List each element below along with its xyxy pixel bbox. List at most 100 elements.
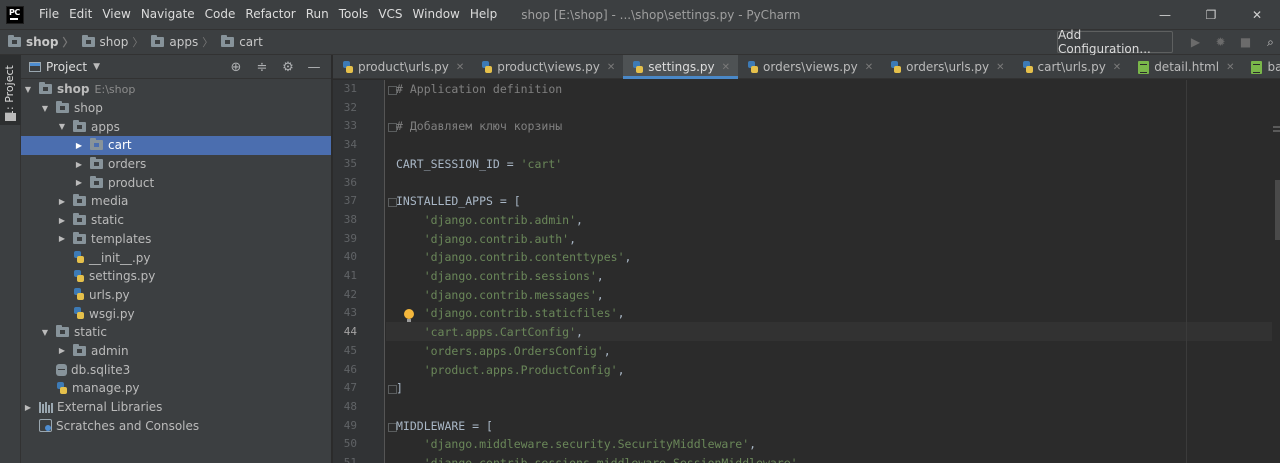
menu-view[interactable]: View <box>97 0 135 29</box>
editor-tab[interactable]: product\urls.py ✕ <box>333 55 472 79</box>
breadcrumb-item[interactable]: shop 〉 <box>81 34 143 50</box>
tree-item[interactable]: Scratches and Consoles <box>21 416 331 435</box>
tree-item[interactable]: ▶ orders <box>21 155 331 174</box>
debug-icon[interactable]: ✹ <box>1208 35 1233 49</box>
search-icon[interactable]: ⌕ <box>1258 35 1280 50</box>
collapsed-arrow-icon[interactable]: ▶ <box>57 197 67 206</box>
run-icon[interactable]: ▶ <box>1183 35 1208 49</box>
expanded-arrow-icon[interactable]: ▼ <box>23 85 33 94</box>
string-literal: 'cart.apps.CartConfig' <box>423 325 577 340</box>
tree-item[interactable]: urls.py <box>21 286 331 305</box>
tree-item[interactable]: ▶ External Libraries <box>21 398 331 417</box>
menu-help[interactable]: Help <box>465 0 502 29</box>
code-line[interactable]: CART_SESSION_ID = 'cart' <box>396 157 562 171</box>
collapsed-arrow-icon[interactable]: ▶ <box>74 160 84 169</box>
code-line[interactable]: 'django.contrib.sessions.middleware.Sess… <box>396 456 805 463</box>
error-stripe-mark[interactable] <box>1273 126 1280 128</box>
code-line[interactable]: 'django.contrib.messages', <box>396 288 604 302</box>
code-editor[interactable]: # Application definition # Добавляем ключ… <box>386 80 1274 463</box>
editor-tab[interactable]: product\views.py ✕ <box>472 55 623 79</box>
tree-item[interactable]: settings.py <box>21 267 331 286</box>
menu-tools[interactable]: Tools <box>334 0 374 29</box>
code-line[interactable]: # Application definition <box>396 82 562 96</box>
code-line[interactable]: 'cart.apps.CartConfig', <box>396 325 583 339</box>
gear-icon[interactable]: ⚙ <box>275 60 301 75</box>
editor-tab[interactable]: orders\urls.py ✕ <box>881 55 1012 79</box>
project-view-selector[interactable]: Project <box>46 60 87 74</box>
code-line[interactable]: 'django.contrib.sessions', <box>396 269 604 283</box>
code-line[interactable]: INSTALLED_APPS = [ <box>396 194 521 208</box>
menu-code[interactable]: Code <box>200 0 241 29</box>
minimize-button[interactable]: — <box>1142 0 1188 29</box>
code-line[interactable]: 'django.middleware.security.SecurityMidd… <box>396 437 756 451</box>
close-icon[interactable]: ✕ <box>1113 62 1121 73</box>
menu-navigate[interactable]: Navigate <box>136 0 200 29</box>
breadcrumb-item[interactable]: shop 〉 <box>8 34 74 50</box>
maximize-button[interactable]: ❐ <box>1188 0 1234 29</box>
tree-item[interactable]: ▶ media <box>21 192 331 211</box>
collapsed-arrow-icon[interactable]: ▶ <box>74 141 84 150</box>
code-line[interactable]: # Добавляем ключ корзины <box>396 119 562 133</box>
close-icon[interactable]: ✕ <box>996 62 1004 73</box>
menu-file[interactable]: File <box>34 0 64 29</box>
code-line[interactable]: 'django.contrib.contenttypes', <box>396 250 632 264</box>
error-stripe-mark[interactable] <box>1273 130 1280 132</box>
expanded-arrow-icon[interactable]: ▼ <box>57 122 67 131</box>
code-line[interactable]: ] <box>396 381 403 395</box>
breadcrumb-item[interactable]: cart <box>221 35 263 49</box>
scrollbar-thumb[interactable] <box>1275 180 1280 240</box>
tree-item[interactable]: manage.py <box>21 379 331 398</box>
tree-item[interactable]: wsgi.py <box>21 304 331 323</box>
tree-item[interactable]: __init__.py <box>21 248 331 267</box>
editor-tab[interactable]: cart\urls.py ✕ <box>1013 55 1130 79</box>
expanded-arrow-icon[interactable]: ▼ <box>40 328 50 337</box>
collapsed-arrow-icon[interactable]: ▶ <box>57 346 67 355</box>
tree-item[interactable]: ▶ cart <box>21 136 331 155</box>
close-icon[interactable]: ✕ <box>456 62 464 73</box>
collapsed-arrow-icon[interactable]: ▶ <box>57 234 67 243</box>
close-window-button[interactable]: ✕ <box>1234 0 1280 29</box>
code-line[interactable]: MIDDLEWARE = [ <box>396 419 493 433</box>
chevron-down-icon[interactable]: ▼ <box>93 62 100 72</box>
tree-item[interactable]: ▼ shop <box>21 99 331 118</box>
collapsed-arrow-icon[interactable]: ▶ <box>57 216 67 225</box>
code-line[interactable]: 'orders.apps.OrdersConfig', <box>396 344 611 358</box>
add-configuration-button[interactable]: Add Configuration... <box>1057 28 1173 56</box>
code-line[interactable]: 'django.contrib.staticfiles', <box>396 306 625 320</box>
menu-refactor[interactable]: Refactor <box>240 0 300 29</box>
menu-vcs[interactable]: VCS <box>373 0 407 29</box>
close-icon[interactable]: ✕ <box>722 62 730 73</box>
tree-item[interactable]: ▶ static <box>21 211 331 230</box>
editor-tab[interactable]: detail.html ✕ <box>1129 55 1242 79</box>
expanded-arrow-icon[interactable]: ▼ <box>40 104 50 113</box>
collapsed-arrow-icon[interactable]: ▶ <box>23 403 33 412</box>
close-icon[interactable]: ✕ <box>1226 62 1234 73</box>
code-line[interactable]: 'django.contrib.auth', <box>396 232 576 246</box>
tree-item[interactable]: ▶ admin <box>21 342 331 361</box>
close-icon[interactable]: ✕ <box>865 62 873 73</box>
menu-edit[interactable]: Edit <box>64 0 97 29</box>
collapse-all-icon[interactable]: ≑ <box>249 60 275 75</box>
editor-tab[interactable]: orders\views.py ✕ <box>738 55 881 79</box>
collapsed-arrow-icon[interactable]: ▶ <box>74 178 84 187</box>
tree-item-path: E:\shop <box>94 82 136 96</box>
menu-run[interactable]: Run <box>301 0 334 29</box>
close-icon[interactable]: ✕ <box>607 62 615 73</box>
locate-file-icon[interactable]: ⊕ <box>223 60 249 75</box>
breadcrumb-item[interactable]: apps 〉 <box>151 34 213 50</box>
stop-icon[interactable]: ■ <box>1233 35 1258 49</box>
code-line[interactable]: 'django.contrib.admin', <box>396 213 583 227</box>
tree-item[interactable]: db.sqlite3 <box>21 360 331 379</box>
tree-item[interactable]: ▶ product <box>21 173 331 192</box>
tree-item[interactable]: ▼ static <box>21 323 331 342</box>
menu-window[interactable]: Window <box>408 0 465 29</box>
tree-item[interactable]: ▼ shop E:\shop <box>21 80 331 99</box>
editor-tab[interactable]: base.html✕ <box>1242 55 1280 79</box>
code-line[interactable]: 'product.apps.ProductConfig', <box>396 363 625 377</box>
editor-scrollbar[interactable] <box>1272 80 1280 463</box>
tree-item[interactable]: ▶ templates <box>21 230 331 249</box>
tree-item[interactable]: ▼ apps <box>21 117 331 136</box>
editor-tab[interactable]: settings.py ✕ <box>623 55 739 79</box>
hide-panel-icon[interactable]: — <box>301 60 327 75</box>
